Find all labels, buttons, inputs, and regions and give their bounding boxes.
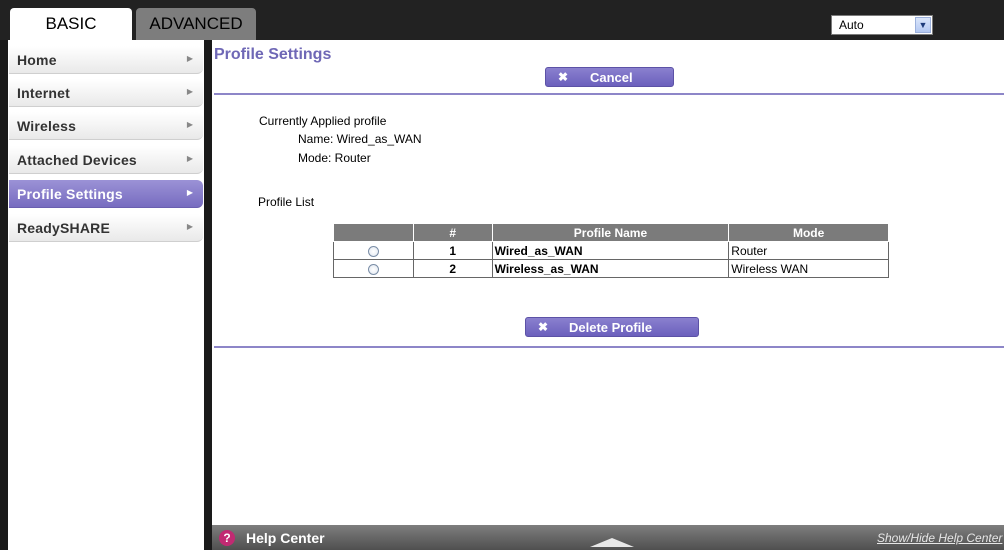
table-header-mode: Mode [728, 223, 889, 242]
sidebar-item-label: ReadySHARE [17, 220, 111, 236]
divider [214, 93, 1004, 95]
expand-arrow-icon[interactable] [590, 538, 634, 547]
chevron-right-icon: ▶ [186, 120, 193, 129]
table-row: 1 Wired_as_WAN Router [333, 241, 889, 260]
table-row: 2 Wireless_as_WAN Wireless WAN [333, 259, 889, 278]
chevron-down-icon[interactable]: ▼ [915, 17, 931, 33]
current-profile-name: Name: Wired_as_WAN [298, 132, 422, 146]
close-icon: ✖ [558, 70, 569, 84]
sidebar: Home ▶ Internet ▶ Wireless ▶ Attached De… [8, 40, 204, 550]
profile-radio[interactable] [367, 263, 379, 275]
question-mark-icon: ? [219, 530, 235, 546]
tab-basic[interactable]: BASIC [10, 8, 132, 40]
profile-list-label: Profile List [258, 195, 315, 209]
sidebar-item-profile-settings[interactable]: Profile Settings ▶ [9, 180, 203, 208]
chevron-right-icon: ▶ [186, 188, 193, 197]
table-header-profile-name: Profile Name [491, 223, 730, 242]
chevron-right-icon: ▶ [186, 222, 193, 231]
current-profile-mode: Mode: Router [298, 151, 371, 165]
help-center-bar: ? Help Center Show/Hide Help Center [212, 525, 1004, 550]
table-header-row: # Profile Name Mode [333, 223, 889, 242]
top-bar: BASIC ADVANCED Auto ▼ [0, 0, 1004, 40]
table-cell-number: 1 [412, 241, 493, 260]
sidebar-item-label: Wireless [17, 118, 77, 134]
table-header-select [333, 223, 414, 242]
delete-profile-button-label: Delete Profile [569, 320, 653, 335]
profile-table: # Profile Name Mode 1 Wired_as_WAN Route… [333, 223, 889, 278]
tab-advanced[interactable]: ADVANCED [136, 8, 256, 40]
divider [214, 346, 1004, 348]
close-icon: ✖ [538, 320, 549, 334]
cancel-button[interactable]: ✖ Cancel [545, 67, 674, 87]
table-cell-number: 2 [412, 259, 493, 278]
chevron-right-icon: ▶ [186, 54, 193, 63]
sidebar-item-label: Home [17, 52, 57, 68]
sidebar-item-internet[interactable]: Internet ▶ [9, 79, 203, 107]
help-center-label: Help Center [246, 530, 325, 546]
sidebar-item-home[interactable]: Home ▶ [9, 46, 203, 74]
table-cell-select [333, 259, 414, 278]
sidebar-item-label: Profile Settings [17, 186, 123, 202]
sidebar-item-label: Attached Devices [17, 152, 137, 168]
current-profile-heading: Currently Applied profile [259, 114, 387, 128]
table-cell-profile-name: Wired_as_WAN [491, 241, 730, 260]
language-select-value: Auto [839, 18, 864, 32]
show-hide-help-link[interactable]: Show/Hide Help Center [877, 531, 1002, 545]
sidebar-item-label: Internet [17, 85, 70, 101]
table-cell-mode: Wireless WAN [728, 259, 889, 278]
sidebar-item-readyshare[interactable]: ReadySHARE ▶ [9, 214, 203, 242]
main-content: Profile Settings ✖ Cancel Currently Appl… [212, 40, 1004, 525]
language-select[interactable]: Auto ▼ [831, 15, 933, 35]
table-cell-mode: Router [728, 241, 889, 260]
chevron-right-icon: ▶ [186, 87, 193, 96]
table-cell-select [333, 241, 414, 260]
table-cell-profile-name: Wireless_as_WAN [491, 259, 730, 278]
profile-radio[interactable] [367, 245, 379, 257]
chevron-right-icon: ▶ [186, 154, 193, 163]
page-title: Profile Settings [214, 46, 332, 63]
delete-profile-button[interactable]: ✖ Delete Profile [525, 317, 699, 337]
sidebar-item-wireless[interactable]: Wireless ▶ [9, 112, 203, 140]
sidebar-item-attached-devices[interactable]: Attached Devices ▶ [9, 146, 203, 174]
cancel-button-label: Cancel [590, 70, 633, 85]
table-header-number: # [412, 223, 493, 242]
